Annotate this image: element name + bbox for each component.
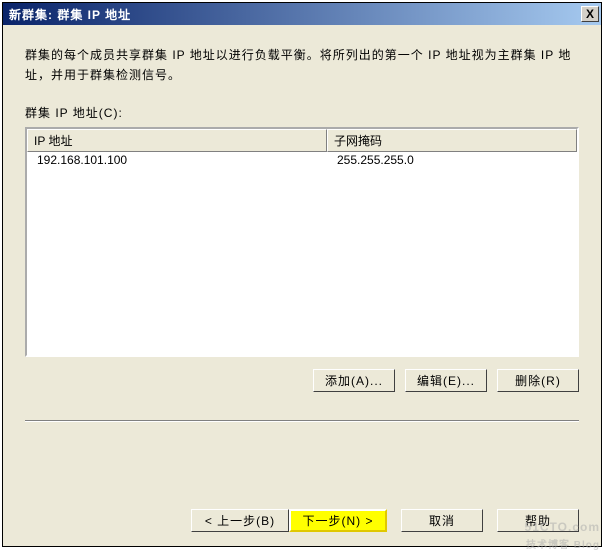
help-button[interactable]: 帮助 [497, 509, 579, 532]
remove-button[interactable]: 删除(R) [497, 369, 579, 392]
edit-button[interactable]: 编辑(E)... [405, 369, 487, 392]
action-buttons: 添加(A)... 编辑(E)... 删除(R) [25, 369, 579, 392]
column-header-mask[interactable]: 子网掩码 [327, 129, 577, 152]
separator [25, 420, 579, 422]
close-button[interactable]: X [581, 6, 599, 22]
content-area: 群集的每个成员共享群集 IP 地址以进行负载平衡。将所列出的第一个 IP 地址视… [3, 25, 601, 509]
ip-list[interactable]: IP 地址 子网掩码 192.168.101.100 255.255.255.0 [25, 127, 579, 357]
navigation-buttons: < 上一步(B) 下一步(N) > 取消 帮助 [3, 509, 601, 546]
window-title: 新群集: 群集 IP 地址 [9, 6, 131, 23]
titlebar: 新群集: 群集 IP 地址 X [3, 3, 601, 25]
list-body: 192.168.101.100 255.255.255.0 [27, 152, 577, 355]
cell-mask: 255.255.255.0 [327, 152, 577, 168]
table-row[interactable]: 192.168.101.100 255.255.255.0 [27, 152, 577, 168]
list-label: 群集 IP 地址(C): [25, 104, 579, 121]
add-button[interactable]: 添加(A)... [313, 369, 395, 392]
description-text: 群集的每个成员共享群集 IP 地址以进行负载平衡。将所列出的第一个 IP 地址视… [25, 45, 579, 86]
cell-ip: 192.168.101.100 [27, 152, 327, 168]
next-button[interactable]: 下一步(N) > [289, 509, 387, 532]
column-header-ip[interactable]: IP 地址 [27, 129, 327, 152]
back-button[interactable]: < 上一步(B) [191, 509, 289, 532]
list-header: IP 地址 子网掩码 [27, 129, 577, 152]
cancel-button[interactable]: 取消 [401, 509, 483, 532]
dialog-window: 新群集: 群集 IP 地址 X 群集的每个成员共享群集 IP 地址以进行负载平衡… [2, 2, 602, 547]
close-icon: X [586, 8, 594, 20]
